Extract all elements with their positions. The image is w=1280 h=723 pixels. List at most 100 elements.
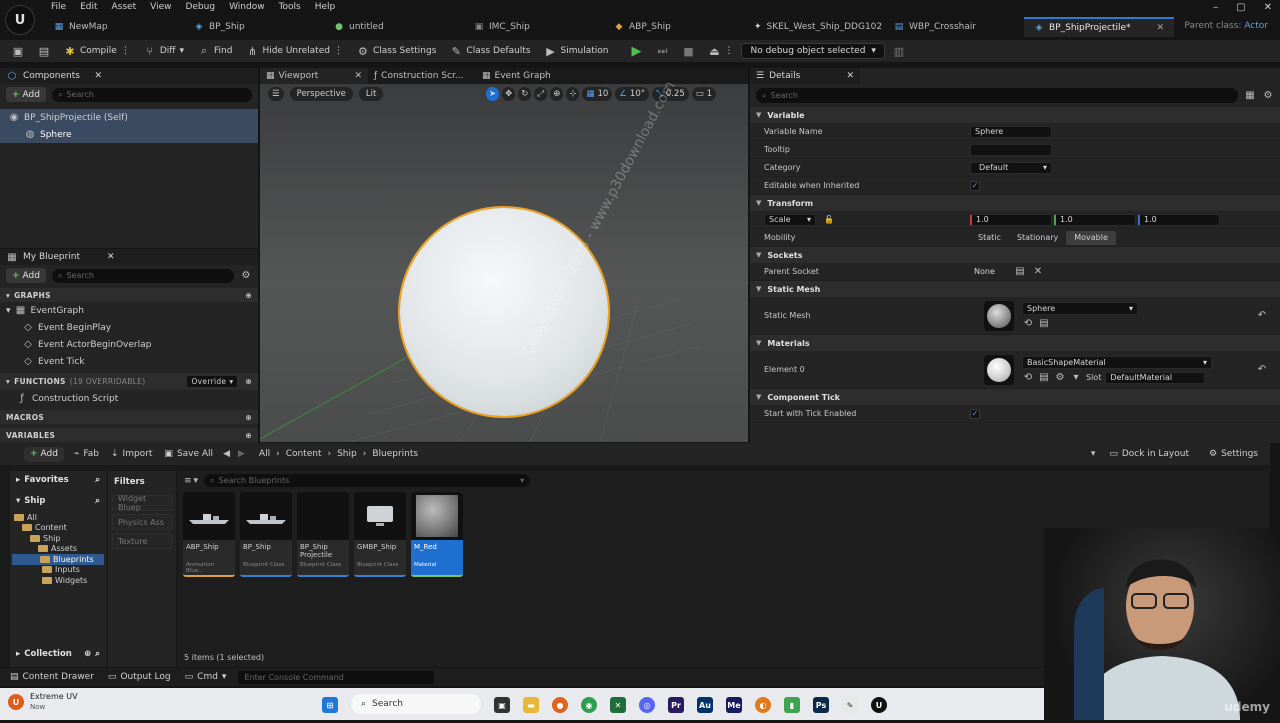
debug-object-select[interactable]: No debug object selected ▾	[741, 43, 885, 59]
menu-file[interactable]: File	[44, 0, 73, 14]
tab-abp-ship[interactable]: ◆ ABP_Ship	[604, 17, 744, 37]
tab-newmap[interactable]: ▦ NewMap	[44, 17, 184, 37]
asset-gmbp-ship[interactable]: GMBP_Ship Blueprint Class	[354, 492, 406, 577]
lock-icon[interactable]: 🔓	[824, 215, 834, 224]
path-ship[interactable]: Ship	[337, 449, 357, 459]
add-circle-icon[interactable]: ⊕	[245, 431, 252, 440]
close-icon[interactable]: ✕	[1264, 2, 1272, 13]
history-back-icon[interactable]: ◀	[223, 449, 230, 459]
folder-widgets[interactable]: Widgets	[10, 575, 106, 586]
viewport-menu-button[interactable]: ☰	[268, 87, 284, 101]
asset-bp-ship-projectile[interactable]: BP_Ship Projectile Blueprint Class	[297, 492, 349, 577]
debug-filter-button[interactable]: ▥	[887, 41, 911, 61]
path-all[interactable]: All	[259, 449, 270, 459]
filter-dropdown[interactable]: ≡ ▾	[184, 476, 198, 486]
path-dropdown-icon[interactable]: ▾	[1091, 449, 1096, 459]
media-encoder-icon[interactable]: Me	[726, 697, 742, 713]
maximize-icon[interactable]: ▢	[1236, 2, 1245, 13]
stop-button[interactable]: ■	[676, 41, 700, 61]
editable-inherited-checkbox[interactable]: ✓	[970, 180, 980, 191]
fab-button[interactable]: ⌁ Fab	[72, 444, 101, 464]
camera-speed-button[interactable]: ▭ 1	[691, 87, 717, 101]
notepad-icon[interactable]: ✎	[842, 697, 858, 713]
folder-inputs[interactable]: Inputs	[10, 565, 106, 576]
close-panel-icon[interactable]: ✕	[846, 71, 854, 81]
material-dropdown[interactable]: BasicShapeMaterial ▾	[1022, 355, 1212, 369]
tab-wbp-crosshair[interactable]: ▤ WBP_Crosshair	[884, 17, 1024, 37]
functions-section[interactable]: ▾ FUNCTIONS (19 OVERRIDABLE) Override ▾ ⊕	[0, 373, 258, 390]
use-selected-icon[interactable]: ⟲	[1022, 372, 1034, 384]
close-tab-icon[interactable]: ✕	[354, 71, 362, 81]
browse-socket-icon[interactable]: ▤	[1014, 266, 1026, 278]
asset-search[interactable]: ⌕ Search Blueprints ▾	[204, 474, 531, 487]
collection-header[interactable]: ▸ Collection ⊕ ⌕	[10, 645, 106, 663]
clear-icon[interactable]: ✕	[1032, 266, 1044, 278]
hide-unrelated-button[interactable]: ⋔ Hide Unrelated ⋮	[240, 41, 349, 61]
asset-abp-ship[interactable]: ABP_Ship Animation Blue...	[183, 492, 235, 577]
minimize-icon[interactable]: –	[1213, 2, 1218, 13]
translate-button[interactable]: ✥	[502, 87, 516, 101]
task-view-icon[interactable]: ▣	[494, 697, 510, 713]
folder-blueprints[interactable]: Blueprints	[12, 554, 104, 565]
content-drawer-button[interactable]: ▤ Content Drawer	[8, 667, 96, 687]
reset-icon[interactable]: ↶	[1256, 310, 1268, 322]
menu-help[interactable]: Help	[308, 0, 343, 14]
tab-skel-ship[interactable]: ✦ SKEL_West_Ship_DDG102	[744, 17, 884, 37]
diff-button[interactable]: ⑂ Diff ▾	[138, 41, 190, 61]
output-log-button[interactable]: ▭ Output Log	[106, 667, 173, 687]
browse-icon[interactable]: ▤	[1038, 372, 1050, 384]
grid-snap-button[interactable]: ▦ 10	[582, 87, 613, 101]
console-input[interactable]: Enter Console Command	[238, 670, 435, 684]
details-search[interactable]: ⌕ Search	[756, 88, 1238, 103]
add-circle-icon[interactable]: ⊕	[245, 377, 252, 386]
event-graph-item[interactable]: ▾ ▦ EventGraph	[0, 302, 258, 319]
components-search[interactable]: ⌕ Search	[51, 87, 252, 102]
event-overlap-item[interactable]: ◇ Event ActorBeginOverlap	[0, 336, 258, 353]
eject-button[interactable]: ⏏ ⋮	[702, 41, 739, 61]
construction-script-item[interactable]: ƒ Construction Script	[0, 390, 258, 407]
menu-asset[interactable]: Asset	[105, 0, 144, 14]
section-transform[interactable]: ▼ Transform	[750, 195, 1280, 211]
mobility-static[interactable]: Static	[970, 231, 1009, 245]
windows-start-icon[interactable]: ⊞	[322, 697, 338, 713]
premiere-icon[interactable]: Pr	[668, 697, 684, 713]
reset-icon[interactable]: ↶	[1256, 364, 1268, 376]
tab-bp-shipprojectile[interactable]: ◈ BP_ShipProjectile* ✕	[1024, 17, 1174, 37]
perspective-button[interactable]: Perspective	[289, 87, 353, 101]
component-self[interactable]: ◉ BP_ShipProjectile (Self)	[0, 109, 258, 126]
scale-z-input[interactable]: 1.0	[1138, 213, 1220, 226]
menu-edit[interactable]: Edit	[73, 0, 104, 14]
audition-icon[interactable]: Au	[697, 697, 713, 713]
table-view-icon[interactable]: ▦	[1244, 90, 1256, 102]
material-thumbnail[interactable]	[984, 354, 1014, 385]
asset-m-red[interactable]: M_Red Material	[411, 492, 463, 577]
path-blueprints[interactable]: Blueprints	[372, 449, 418, 459]
macros-section[interactable]: MACROS ⊕	[0, 410, 258, 424]
compile-button[interactable]: ✱ Compile ⋮	[58, 41, 136, 61]
chevron-down-icon[interactable]: ▾	[1070, 372, 1082, 384]
save-button[interactable]: ▣	[6, 41, 30, 61]
path-content[interactable]: Content	[286, 449, 322, 459]
tab-event-graph[interactable]: ▦ Event Graph	[476, 71, 584, 81]
scale-x-input[interactable]: 1.0	[970, 213, 1052, 226]
scale-mode-dropdown[interactable]: Scale ▾	[764, 213, 816, 226]
play-button[interactable]: ▶	[624, 41, 648, 61]
close-tab-icon[interactable]: ✕	[1156, 23, 1164, 33]
add-component-button[interactable]: + Add	[6, 87, 46, 102]
category-dropdown[interactable]: Default ▾	[970, 161, 1052, 174]
filter-physics-asset[interactable]: Physics Ass	[112, 514, 172, 530]
class-defaults-button[interactable]: ✎ Class Defaults	[444, 41, 536, 61]
section-sockets[interactable]: ▼ Sockets	[750, 247, 1280, 263]
add-circle-icon[interactable]: ⊕	[84, 649, 91, 659]
ship-header[interactable]: ▾ Ship ⌕	[10, 492, 106, 510]
blender-icon[interactable]: ◐	[755, 697, 771, 713]
tab-construction-script[interactable]: ƒ Construction Scr...	[368, 71, 476, 81]
filter-widget-blueprint[interactable]: Widget Bluep	[112, 494, 172, 512]
lock-app-icon[interactable]: ▮	[784, 697, 800, 713]
use-selected-icon[interactable]: ⟲	[1022, 318, 1034, 330]
firefox-icon[interactable]: ●	[552, 697, 568, 713]
static-mesh-dropdown[interactable]: Sphere ▾	[1022, 301, 1138, 315]
add-circle-icon[interactable]: ⊕	[245, 413, 252, 422]
search-icon[interactable]: ⌕	[95, 475, 100, 485]
scale-button[interactable]: ⤢	[534, 87, 548, 101]
